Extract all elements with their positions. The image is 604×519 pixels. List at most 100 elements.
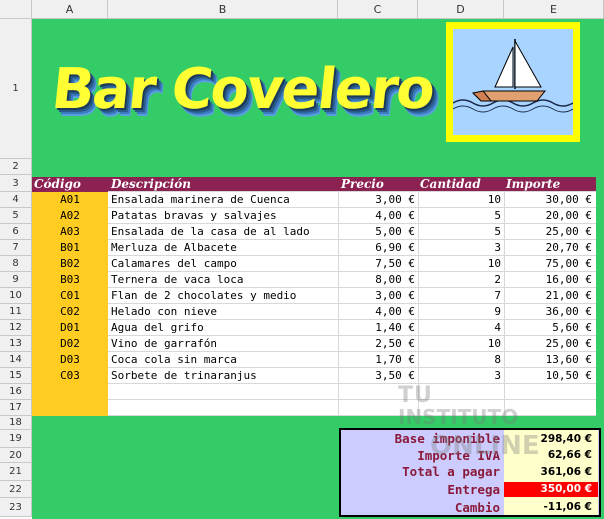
row-header-3[interactable]: 3 [0, 175, 32, 192]
cell-quantity[interactable]: 7 [418, 288, 501, 304]
cell-amount[interactable]: 5,60 € [504, 320, 592, 336]
row-header-14[interactable]: 14 [0, 352, 32, 368]
column-header-d[interactable]: D [418, 0, 504, 19]
row-header-5[interactable]: 5 [0, 208, 32, 224]
cell-description[interactable]: Sorbete de trinaranjus [111, 368, 337, 384]
cell-price[interactable]: 4,00 € [338, 304, 415, 320]
cell-code[interactable]: C01 [32, 288, 108, 304]
row-header-6[interactable]: 6 [0, 224, 32, 240]
cell-description[interactable]: Coca cola sin marca [111, 352, 337, 368]
row-header-21[interactable]: 21 [0, 463, 32, 481]
table-header-code[interactable]: Código [34, 176, 81, 193]
cell-price[interactable]: 6,90 € [338, 240, 415, 256]
cell-description[interactable]: Flan de 2 chocolates y medio [111, 288, 337, 304]
cell-code[interactable]: C02 [32, 304, 108, 320]
cell-amount[interactable]: 21,00 € [504, 288, 592, 304]
cell-code[interactable]: B03 [32, 272, 108, 288]
row-header-4[interactable]: 4 [0, 192, 32, 208]
cell-description[interactable]: Ensalada de la casa de al lado [111, 224, 337, 240]
summary-value-2[interactable]: 361,06 € [504, 463, 598, 481]
cell-price[interactable]: 1,70 € [338, 352, 415, 368]
cell-quantity[interactable]: 2 [418, 272, 501, 288]
column-header-c[interactable]: C [338, 0, 418, 19]
cell-amount[interactable]: 36,00 € [504, 304, 592, 320]
cell-code[interactable]: D03 [32, 352, 108, 368]
cell-price[interactable]: 4,00 € [338, 208, 415, 224]
cell-price[interactable]: 8,00 € [338, 272, 415, 288]
cell-quantity[interactable]: 5 [418, 224, 501, 240]
grid-line [108, 415, 596, 416]
cell-price[interactable]: 3,00 € [338, 288, 415, 304]
cell-price[interactable]: 3,00 € [338, 192, 415, 208]
row-header-8[interactable]: 8 [0, 256, 32, 272]
cell-amount[interactable]: 20,70 € [504, 240, 592, 256]
cell-code[interactable]: D02 [32, 336, 108, 352]
cell-description[interactable]: Agua del grifo [111, 320, 337, 336]
cell-code[interactable]: A03 [32, 224, 108, 240]
row-header-22[interactable]: 22 [0, 481, 32, 498]
cell-quantity[interactable]: 3 [418, 368, 501, 384]
cell-amount[interactable]: 25,00 € [504, 336, 592, 352]
cell-price[interactable]: 2,50 € [338, 336, 415, 352]
cell-price[interactable]: 1,40 € [338, 320, 415, 336]
cell-amount[interactable]: 13,60 € [504, 352, 592, 368]
row-header-12[interactable]: 12 [0, 320, 32, 336]
summary-label-4: Cambio [454, 500, 500, 515]
row-header-16[interactable]: 16 [0, 384, 32, 400]
row-header-7[interactable]: 7 [0, 240, 32, 256]
row-header-19[interactable]: 19 [0, 430, 32, 448]
cell-amount[interactable]: 75,00 € [504, 256, 592, 272]
row-header-17[interactable]: 17 [0, 400, 32, 416]
cell-amount[interactable]: 30,00 € [504, 192, 592, 208]
cell-description[interactable]: Vino de garrafón [111, 336, 337, 352]
cell-code[interactable]: A01 [32, 192, 108, 208]
cell-description[interactable]: Helado con nieve [111, 304, 337, 320]
cell-code[interactable]: A02 [32, 208, 108, 224]
cell-price[interactable]: 7,50 € [338, 256, 415, 272]
boat-image[interactable] [446, 22, 580, 142]
row-header-9[interactable]: 9 [0, 272, 32, 288]
cell-code[interactable]: C03 [32, 368, 108, 384]
summary-value-0[interactable]: 298,40 € [504, 430, 598, 448]
summary-label-3: Entrega [447, 482, 500, 497]
select-all-corner[interactable] [0, 0, 32, 19]
cell-quantity[interactable]: 10 [418, 192, 501, 208]
column-header-a[interactable]: A [32, 0, 108, 19]
row-header-10[interactable]: 10 [0, 288, 32, 304]
row-header-18[interactable]: 18 [0, 416, 32, 430]
row-header-23[interactable]: 23 [0, 498, 32, 517]
summary-value-4[interactable]: -11,06 € [504, 498, 598, 517]
cell-amount[interactable]: 20,00 € [504, 208, 592, 224]
cell-price[interactable]: 3,50 € [338, 368, 415, 384]
column-header-b[interactable]: B [108, 0, 338, 19]
cell-description[interactable]: Ensalada marinera de Cuenca [111, 192, 337, 208]
cell-quantity[interactable]: 10 [418, 336, 501, 352]
cell-code[interactable]: B01 [32, 240, 108, 256]
row-header-13[interactable]: 13 [0, 336, 32, 352]
cell-quantity[interactable]: 10 [418, 256, 501, 272]
cell-description[interactable]: Merluza de Albacete [111, 240, 337, 256]
cell-quantity[interactable]: 8 [418, 352, 501, 368]
cell-quantity[interactable]: 5 [418, 208, 501, 224]
cell-amount[interactable]: 25,00 € [504, 224, 592, 240]
cell-quantity[interactable]: 3 [418, 240, 501, 256]
row-header-20[interactable]: 20 [0, 448, 32, 463]
cell-code[interactable]: D01 [32, 320, 108, 336]
row-header-11[interactable]: 11 [0, 304, 32, 320]
cell-quantity[interactable]: 9 [418, 304, 501, 320]
cell-amount[interactable]: 10,50 € [504, 368, 592, 384]
grid-line [108, 399, 596, 400]
cell-code[interactable]: B02 [32, 256, 108, 272]
cell-amount[interactable]: 16,00 € [504, 272, 592, 288]
row-header-1[interactable]: 1 [0, 19, 32, 159]
cell-quantity[interactable]: 4 [418, 320, 501, 336]
row-header-2[interactable]: 2 [0, 159, 32, 175]
summary-value-3[interactable]: 350,00 € [504, 482, 598, 497]
summary-value-1[interactable]: 62,66 € [504, 448, 598, 463]
column-header-e[interactable]: E [504, 0, 604, 19]
cell-price[interactable]: 5,00 € [338, 224, 415, 240]
cell-description[interactable]: Calamares del campo [111, 256, 337, 272]
cell-description[interactable]: Ternera de vaca loca [111, 272, 337, 288]
row-header-15[interactable]: 15 [0, 368, 32, 384]
cell-description[interactable]: Patatas bravas y salvajes [111, 208, 337, 224]
